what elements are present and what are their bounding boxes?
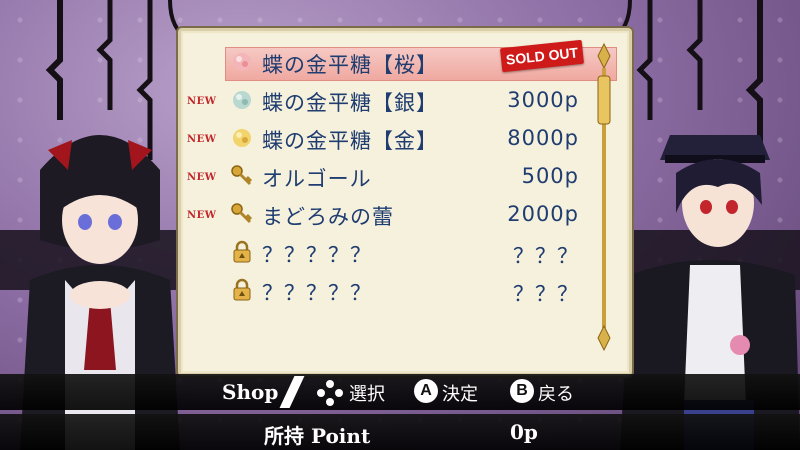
new-badge: NEW [187, 210, 217, 221]
item-price: 3000p [507, 88, 579, 112]
key-icon [231, 165, 253, 186]
new-badge: NEW [187, 172, 217, 183]
padlock-icon [233, 240, 251, 263]
item-price: ？？？ [513, 244, 579, 268]
item-name: ？？？？？ [262, 281, 372, 305]
scrollbar[interactable] [592, 42, 616, 352]
konpeito-gold-icon [233, 129, 251, 147]
shop-item-row[interactable]: 蝶の金平糖【桜】 SOLD OUT [181, 39, 629, 83]
shop-item-row[interactable]: NEW オルゴール 500p [181, 159, 629, 197]
dpad-icon [317, 380, 343, 406]
control-bar [0, 374, 800, 410]
item-price: ？？？ [513, 282, 579, 306]
konpeito-pink-icon [233, 53, 251, 71]
item-name: ？？？？？ [262, 243, 372, 267]
decide-hint: 決定 [442, 384, 478, 405]
item-name: オルゴール [262, 167, 372, 191]
back-hint: 戻る [538, 384, 574, 405]
shop-panel: 蝶の金平糖【桜】 SOLD OUT NEW 蝶の金平糖【銀】 3000p NEW… [178, 28, 632, 376]
b-button-icon: B [510, 379, 534, 403]
new-badge: NEW [187, 134, 217, 145]
scrollbar-thumb[interactable] [597, 75, 611, 125]
points-label: 所持 Point [264, 424, 371, 448]
item-name: 蝶の金平糖【桜】 [262, 53, 438, 77]
shop-item-row[interactable]: NEW 蝶の金平糖【銀】 3000p [181, 83, 629, 121]
shop-item-row[interactable]: NEW まどろみの蕾 2000p [181, 197, 629, 235]
shop-item-row[interactable]: NEW 蝶の金平糖【金】 8000p [181, 121, 629, 159]
item-price: 8000p [507, 126, 579, 150]
item-price: 500p [521, 164, 579, 188]
shop-item-row[interactable]: ？？？？？ ？？？ [181, 273, 629, 311]
item-price: 2000p [507, 202, 579, 226]
new-badge: NEW [187, 96, 217, 107]
item-name: 蝶の金平糖【金】 [262, 129, 438, 153]
padlock-icon [233, 278, 251, 301]
item-name: 蝶の金平糖【銀】 [262, 91, 438, 115]
shop-item-row[interactable]: ？？？？？ ？？？ [181, 235, 629, 273]
konpeito-silver-icon [233, 91, 251, 109]
a-button-icon: A [414, 379, 438, 403]
points-value: 0p [510, 420, 538, 444]
key-icon [231, 203, 253, 224]
points-bar [0, 414, 800, 450]
item-name: まどろみの蕾 [262, 205, 394, 229]
select-hint: 選択 [349, 384, 385, 405]
menu-title: Shop [222, 380, 279, 404]
